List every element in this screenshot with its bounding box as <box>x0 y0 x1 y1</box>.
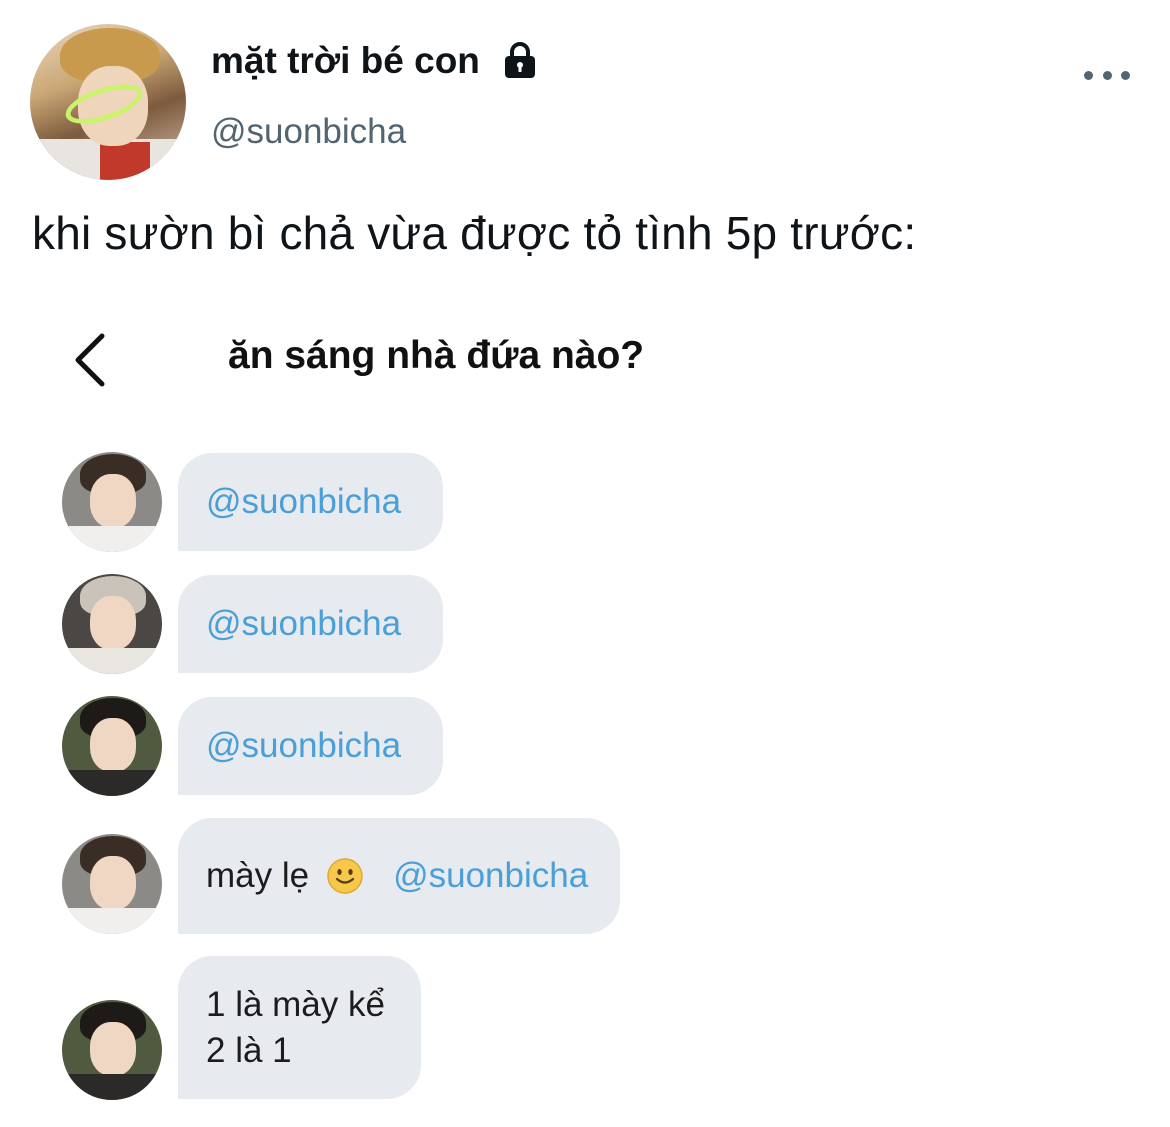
avatar-shirt <box>62 770 162 796</box>
mention-link[interactable]: @suonbicha <box>206 604 401 644</box>
avatar-shirt <box>62 648 162 674</box>
message-bubble[interactable]: 1 là mày kể 2 là 1 <box>178 956 421 1099</box>
slightly-smiling-face-icon <box>327 858 363 894</box>
mention-link[interactable]: @suonbicha <box>206 482 401 522</box>
sender-avatar[interactable] <box>62 1000 162 1100</box>
lock-icon <box>500 41 540 81</box>
message-bubble[interactable]: @suonbicha <box>178 453 443 551</box>
chat-title: ăn sáng nhà đứa nào? <box>228 334 645 377</box>
avatar-shirt <box>62 908 162 934</box>
sender-avatar[interactable] <box>62 574 162 674</box>
avatar-face <box>90 1022 136 1076</box>
message-text: mày lẹ <box>206 856 310 895</box>
message-bubble[interactable]: @suonbicha <box>178 575 443 673</box>
mention-link[interactable]: @suonbicha <box>206 726 401 766</box>
avatar-shirt-detail <box>100 142 150 180</box>
tweet-text: khi sườn bì chả vừa được tỏ tình 5p trướ… <box>32 207 917 259</box>
sender-avatar[interactable] <box>62 696 162 796</box>
message-bubble[interactable]: mày lẹ @suonbicha <box>178 818 620 934</box>
avatar-face <box>90 596 136 650</box>
chevron-left-icon[interactable] <box>70 330 110 390</box>
more-dot <box>1121 70 1130 80</box>
display-name[interactable]: mặt trời bé con <box>211 40 480 82</box>
avatar-face <box>90 474 136 528</box>
message-bubble[interactable]: @suonbicha <box>178 697 443 795</box>
avatar-face <box>90 718 136 772</box>
user-avatar[interactable] <box>30 24 186 180</box>
more-dot <box>1084 70 1093 80</box>
sender-avatar[interactable] <box>62 452 162 552</box>
message-line: 1 là mày kể <box>206 984 385 1024</box>
display-name-row[interactable]: mặt trời bé con <box>211 40 540 82</box>
user-handle[interactable]: @suonbicha <box>211 112 406 152</box>
more-horizontal-icon[interactable] <box>1084 60 1130 90</box>
avatar-face <box>90 856 136 910</box>
avatar-shirt <box>62 1074 162 1100</box>
sender-avatar[interactable] <box>62 834 162 934</box>
avatar-shirt <box>62 526 162 552</box>
mention-link[interactable]: @suonbicha <box>393 856 588 896</box>
message-line: 2 là 1 <box>206 1030 292 1070</box>
more-dot <box>1102 70 1112 80</box>
